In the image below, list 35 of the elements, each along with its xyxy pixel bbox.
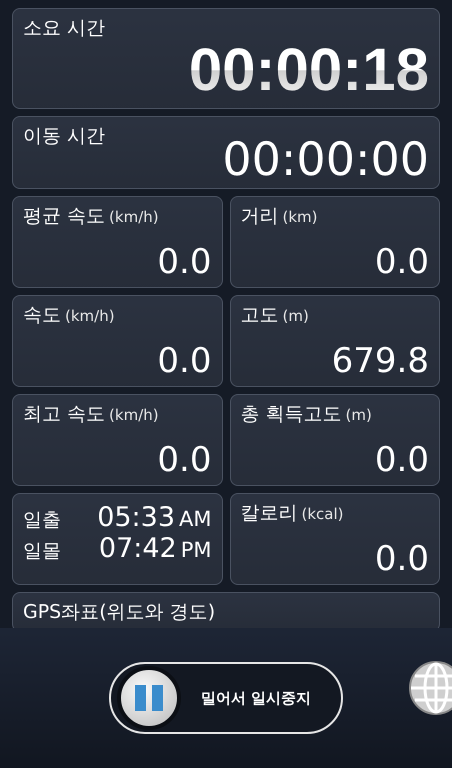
stat-value: 679.8 <box>332 344 429 378</box>
card-title: 이동 시간 <box>23 124 106 148</box>
stat-label: 최고 속도 <box>23 402 106 426</box>
stat-value: 0.0 <box>157 244 212 279</box>
sun-label: 일몰 <box>23 540 61 563</box>
stat-value: 0.0 <box>157 442 212 477</box>
am-pm-label: PM <box>180 538 212 562</box>
stat-value: 0.0 <box>157 344 212 378</box>
slider-label: 밀어서 일시중지 <box>201 688 312 708</box>
unit-label: (km/h) <box>109 208 159 226</box>
sun-time: 07:42 <box>98 532 177 564</box>
unit-label: (km/h) <box>65 306 115 325</box>
stat-value: 0.0 <box>374 244 429 279</box>
timer-value: 00:00:00 <box>222 136 429 182</box>
stat-label: 평균 속도 <box>23 204 106 228</box>
pause-icon <box>117 666 181 730</box>
unit-label: (km) <box>282 208 318 226</box>
card-title: GPS좌표(위도와 경도) <box>23 600 216 624</box>
unit-label: (m) <box>282 306 309 325</box>
pause-button[interactable]: 밀어서 일시중지 <box>109 662 343 734</box>
stat-value: 0.0 <box>374 442 429 477</box>
am-pm-label: AM <box>179 506 212 531</box>
stat-label: 거리 <box>240 204 278 228</box>
stat-label: 칼로리 <box>240 502 298 525</box>
unit-label: (kcal) <box>302 504 344 523</box>
stat-label: 고도 <box>240 304 278 327</box>
sun-label: 일출 <box>23 508 61 532</box>
unit-label: (km/h) <box>109 406 159 424</box>
stat-label: 속도 <box>23 304 61 327</box>
globe-icon[interactable] <box>408 660 452 716</box>
unit-label: (m) <box>346 406 372 424</box>
stat-label: 총 획득고도 <box>240 402 342 426</box>
sun-time: 05:33 <box>97 502 176 533</box>
card-title: 소요 시간 <box>23 17 106 40</box>
stat-value: 0.0 <box>374 542 429 576</box>
